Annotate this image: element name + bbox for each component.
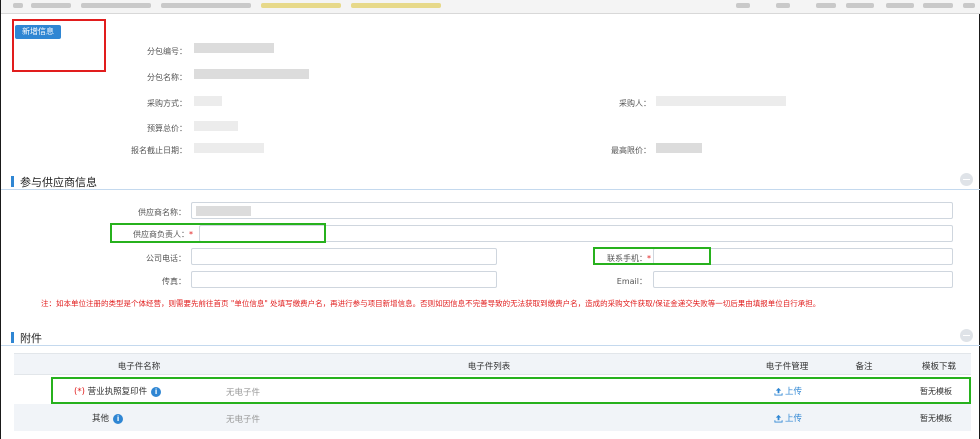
- package-no-label: 分包编号：: [147, 47, 187, 56]
- purchaser-value: [656, 96, 786, 106]
- purchaser-label: 采购人：: [619, 99, 651, 108]
- highlight-box-red: [12, 19, 106, 72]
- purchase-method-value: [194, 96, 222, 106]
- template-download[interactable]: 暂无模板: [920, 413, 952, 424]
- fax-field[interactable]: [191, 271, 497, 288]
- budget-label: 预算总价：: [147, 124, 187, 133]
- deadline-value: [194, 143, 264, 153]
- col-attachment-list: 电子件列表: [467, 362, 511, 372]
- highlight-box-mobile: [593, 247, 711, 265]
- company-phone-field[interactable]: [191, 248, 497, 265]
- budget-value: [194, 121, 238, 131]
- table-row: 其他 i 无电子件 上传 暂无模板: [14, 404, 971, 431]
- supplier-name-field[interactable]: [191, 202, 953, 219]
- highlight-box-contact-person: [110, 223, 326, 243]
- collapse-icon[interactable]: [960, 173, 973, 186]
- attachment-section-header: 附件: [1, 326, 980, 346]
- col-attachment-name: 电子件名称: [117, 362, 161, 372]
- max-price-label: 最高限价：: [611, 146, 651, 155]
- company-phone-label: 公司电话：: [146, 254, 186, 263]
- email-field[interactable]: [653, 271, 953, 288]
- deadline-label: 报名截止日期：: [131, 146, 187, 155]
- package-name-value: [194, 69, 309, 79]
- attachment-list: 无电子件: [226, 415, 261, 425]
- info-icon[interactable]: i: [113, 413, 124, 424]
- supplier-section-header: 参与供应商信息: [1, 170, 980, 190]
- purchase-method-label: 采购方式：: [147, 99, 187, 108]
- col-attachment-manage: 电子件管理: [765, 362, 809, 372]
- section-marker: [11, 176, 14, 187]
- upload-button[interactable]: 上传: [774, 412, 802, 424]
- package-no-value: [194, 43, 274, 53]
- top-nav-strip: [1, 0, 980, 14]
- max-price-value: [656, 143, 702, 153]
- attachment-table-header: 电子件名称 电子件列表 电子件管理 备注 模板下载: [14, 353, 971, 375]
- col-note: 备注: [855, 362, 873, 372]
- package-name-label: 分包名称：: [147, 73, 187, 82]
- attachment-name: 其他 i: [92, 412, 124, 424]
- upload-icon: [774, 414, 783, 423]
- notice-text: 注：如本单位注册的类型是个体经营，则需要先前往首页 "单位信息" 处填写缴费户名…: [41, 299, 821, 308]
- email-label: Email：: [616, 277, 647, 286]
- supplier-name-label: 供应商名称：: [138, 208, 186, 217]
- highlight-box-license-row: [51, 377, 971, 404]
- fax-label: 传真：: [162, 277, 186, 286]
- supplier-name-value: [196, 206, 251, 216]
- attachment-section-title: 附件: [20, 332, 42, 345]
- supplier-section-title: 参与供应商信息: [20, 176, 97, 189]
- page: 新增信息 分包编号： 分包名称： 采购方式： 预算总价： 报名截止日期： 采购人…: [0, 0, 980, 439]
- col-template-download: 模板下载: [921, 362, 956, 372]
- section-marker: [11, 332, 14, 343]
- collapse-icon[interactable]: [960, 329, 973, 342]
